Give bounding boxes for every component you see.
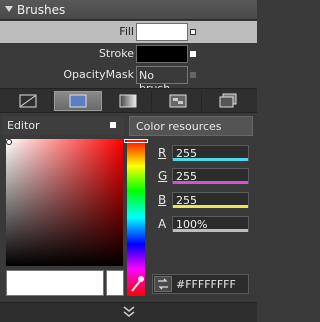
stroke-label: Stroke: [98, 47, 134, 60]
no-brush-icon[interactable]: [4, 91, 52, 111]
fill-brush-row[interactable]: Fill: [0, 21, 257, 43]
saturation-value-picker[interactable]: [6, 139, 123, 266]
selected-color-preview: [6, 270, 104, 296]
hue-slider-handle[interactable]: [124, 139, 148, 143]
gradient-brush-icon[interactable]: [104, 91, 152, 111]
panel-footer: [0, 302, 257, 322]
editor-tab[interactable]: Editor: [2, 116, 124, 135]
green-channel-label: G: [158, 169, 168, 183]
brush-resources-icon[interactable]: [204, 91, 252, 111]
hex-value: #FFFFFFFF: [176, 278, 236, 291]
brushes-title: Brushes: [17, 3, 66, 17]
picker-handle[interactable]: [6, 139, 12, 145]
opacitymask-brush-row[interactable]: OpacityMask No brush: [0, 64, 257, 95]
alpha-channel-bar[interactable]: [173, 229, 248, 232]
solid-color-brush-icon[interactable]: [54, 91, 102, 111]
tile-brush-icon[interactable]: [154, 91, 202, 111]
hex-color-field[interactable]: #FFFFFFFF: [152, 274, 249, 294]
red-channel-field[interactable]: 255: [172, 145, 249, 161]
stroke-advanced-options-icon[interactable]: [190, 51, 196, 57]
editor-tab-label: Editor: [7, 119, 40, 132]
fill-advanced-options-icon[interactable]: [190, 29, 196, 35]
blue-channel-label: B: [158, 193, 167, 207]
opacitymask-value[interactable]: No brush: [136, 66, 188, 95]
blue-channel-field[interactable]: 255: [172, 192, 249, 208]
initial-color-preview[interactable]: [106, 270, 124, 296]
expand-chevron-icon[interactable]: [122, 306, 136, 321]
blue-channel-bar[interactable]: [173, 205, 248, 208]
editor-options-icon[interactable]: [110, 122, 116, 128]
opacitymask-advanced-options-icon[interactable]: [190, 72, 196, 78]
fill-swatch[interactable]: [136, 23, 188, 41]
color-resources-label: Color resources: [136, 120, 222, 133]
collapse-triangle-icon[interactable]: [5, 6, 13, 12]
alpha-channel-label: A: [158, 217, 167, 231]
red-channel-bar[interactable]: [173, 158, 248, 161]
eyedropper-icon[interactable]: [129, 272, 145, 294]
alpha-channel-field[interactable]: 100%: [172, 216, 249, 232]
color-resources-tab[interactable]: Color resources: [129, 116, 253, 136]
green-channel-bar[interactable]: [173, 181, 248, 184]
stroke-brush-row[interactable]: Stroke: [0, 43, 257, 65]
green-channel-field[interactable]: 255: [172, 168, 249, 184]
brushes-header[interactable]: Brushes: [0, 0, 257, 20]
color-space-toggle-icon[interactable]: [154, 276, 172, 292]
opacitymask-label: OpacityMask: [63, 68, 134, 81]
brush-type-toolbar: [0, 88, 257, 113]
red-channel-label: R: [158, 146, 167, 160]
stroke-swatch[interactable]: [136, 45, 188, 63]
fill-label: Fill: [119, 25, 134, 38]
